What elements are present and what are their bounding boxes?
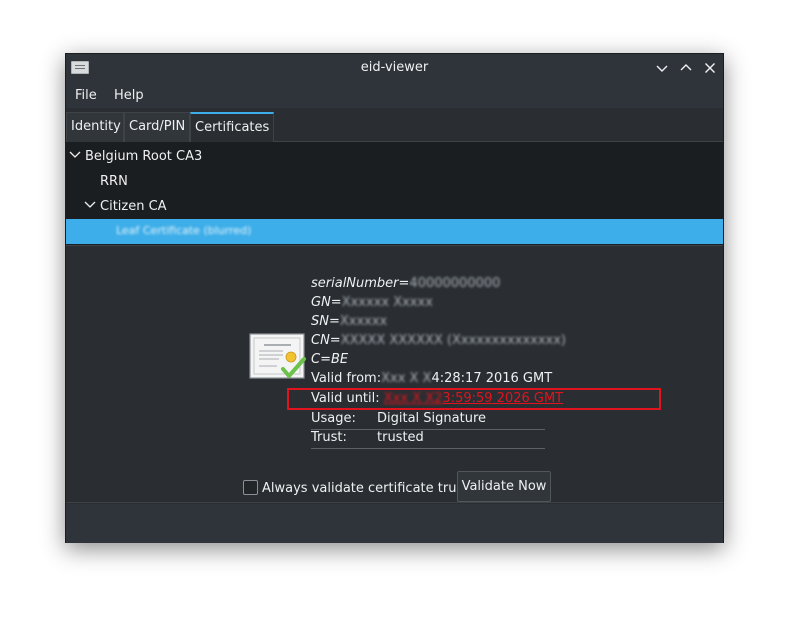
given-name-field: GN=Xxxxxx Xxxxx xyxy=(311,295,433,310)
given-name-value: Xxxxxx Xxxxx xyxy=(341,295,433,310)
always-validate-label[interactable]: Always validate certificate trust xyxy=(262,481,468,496)
status-bar xyxy=(66,504,723,543)
close-button[interactable] xyxy=(701,59,719,77)
usage-value: Digital Signature xyxy=(377,411,487,426)
menu-bar: File Help xyxy=(66,82,723,108)
close-icon xyxy=(705,63,715,73)
valid-from-field: Valid from:Xxx X X4:28:17 2016 GMT xyxy=(311,371,552,386)
tree-item-citizen-ca[interactable]: Citizen CA xyxy=(66,194,723,219)
menu-file[interactable]: File xyxy=(75,88,97,103)
country-label: C=BE xyxy=(311,352,349,367)
validate-now-button[interactable]: Validate Now xyxy=(457,471,551,502)
chevron-down-icon[interactable] xyxy=(69,149,81,161)
tree-item-label-blurred: Leaf Certificate (blurred) xyxy=(116,224,252,237)
menu-help[interactable]: Help xyxy=(114,88,144,103)
tree-item-label: Belgium Root CA3 xyxy=(85,149,203,164)
tree-item-label: RRN xyxy=(100,174,128,189)
tree-item-leaf-certificate[interactable]: Leaf Certificate (blurred) xyxy=(66,219,723,244)
country-field: C=BE xyxy=(311,352,348,367)
surname-label: SN= xyxy=(311,314,340,329)
tree-item-rrn[interactable]: RRN xyxy=(66,169,723,194)
app-window: eid-viewer File Help Identity Card/PIN C… xyxy=(65,53,724,543)
chevron-down-icon xyxy=(656,65,668,72)
trust-value: trusted xyxy=(377,430,424,445)
always-validate-checkbox[interactable] xyxy=(243,480,258,495)
certificate-detail-panel: serialNumber=40000000000 GN=Xxxxxx Xxxxx… xyxy=(66,248,723,503)
valid-from-blurred: Xxx X X xyxy=(381,371,432,386)
usage-label: Usage: xyxy=(311,411,356,426)
tab-card-pin[interactable]: Card/PIN xyxy=(124,112,190,142)
divider xyxy=(311,448,545,449)
common-name-label: CN= xyxy=(311,333,341,348)
serial-number-label: serialNumber= xyxy=(311,276,410,291)
surname-field: SN=Xxxxxx xyxy=(311,314,387,329)
surname-value: Xxxxxx xyxy=(339,314,388,329)
common-name-field: CN=XXXXX XXXXXX (Xxxxxxxxxxxxxx) xyxy=(311,333,566,348)
tab-identity[interactable]: Identity xyxy=(66,112,124,142)
serial-number-value: 40000000000 xyxy=(409,276,501,291)
window-title: eid-viewer xyxy=(360,60,429,75)
tab-bar: Identity Card/PIN Certificates xyxy=(66,108,723,142)
tree-item-belgium-root-ca3[interactable]: Belgium Root CA3 xyxy=(66,144,723,169)
given-name-label: GN= xyxy=(311,295,342,310)
title-bar[interactable]: eid-viewer xyxy=(66,54,723,82)
tree-item-label: Citizen CA xyxy=(100,199,167,214)
certificate-icon xyxy=(249,333,306,379)
tab-certificates[interactable]: Certificates xyxy=(190,112,274,142)
serial-number-field: serialNumber=40000000000 xyxy=(311,276,500,291)
valid-until-highlight-box xyxy=(287,388,661,410)
common-name-value: XXXXX XXXXXX (Xxxxxxxxxxxxxx) xyxy=(340,333,566,348)
certificate-tree: Belgium Root CA3 RRN Citizen CA Leaf Cer… xyxy=(66,142,723,246)
maximize-button[interactable] xyxy=(677,59,695,77)
chevron-up-icon xyxy=(680,64,692,71)
minimize-button[interactable] xyxy=(653,59,671,77)
valid-from-label: Valid from: xyxy=(311,371,382,386)
chevron-down-icon[interactable] xyxy=(84,199,96,211)
trust-label: Trust: xyxy=(311,430,347,445)
valid-from-value: 4:28:17 2016 GMT xyxy=(431,371,553,386)
